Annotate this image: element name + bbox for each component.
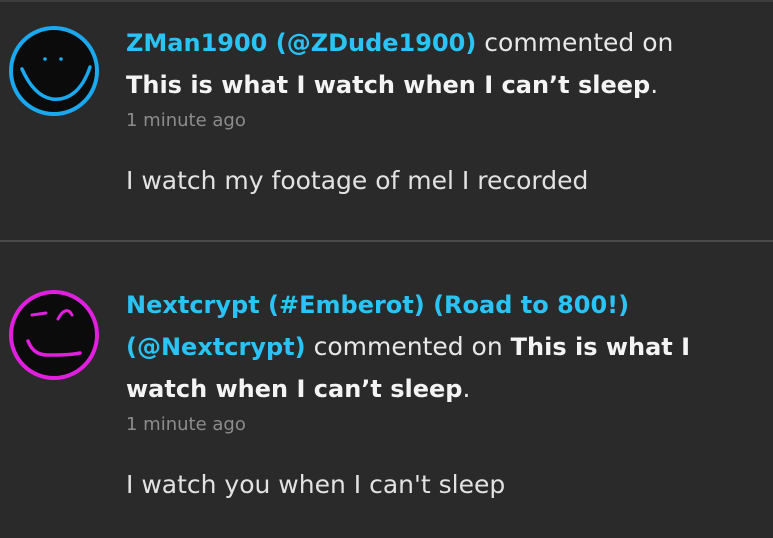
timestamp: 1 minute ago <box>126 414 246 435</box>
comment-body: Nextcrypt (#Emberot) (Road to 800!) (@Ne… <box>126 284 756 502</box>
comment-body: ZMan1900 (@ZDude1900) commented on This … <box>126 22 756 198</box>
comment-text: I watch you when I can't sleep <box>126 470 506 499</box>
avatar[interactable] <box>8 289 100 381</box>
post-title-link[interactable]: This is what I watch when I can’t sleep <box>126 71 650 99</box>
smiley-face-blue-icon <box>9 26 99 116</box>
smirk-face-magenta-icon <box>9 290 99 380</box>
timestamp: 1 minute ago <box>126 110 246 131</box>
comment-item: ZMan1900 (@ZDude1900) commented on This … <box>0 0 773 240</box>
comment-text: I watch my footage of mel I recorded <box>126 166 589 195</box>
comment-headline: ZMan1900 (@ZDude1900) commented on This … <box>126 22 756 106</box>
avatar[interactable] <box>8 25 100 117</box>
period: . <box>462 374 471 403</box>
comment-item: Nextcrypt (#Emberot) (Road to 800!) (@Ne… <box>0 242 773 538</box>
comment-headline: Nextcrypt (#Emberot) (Road to 800!) (@Ne… <box>126 284 756 410</box>
author-link[interactable]: ZMan1900 (@ZDude1900) <box>126 29 476 57</box>
period: . <box>650 70 659 99</box>
action-text: commented on <box>313 332 503 361</box>
action-text: commented on <box>484 28 674 57</box>
